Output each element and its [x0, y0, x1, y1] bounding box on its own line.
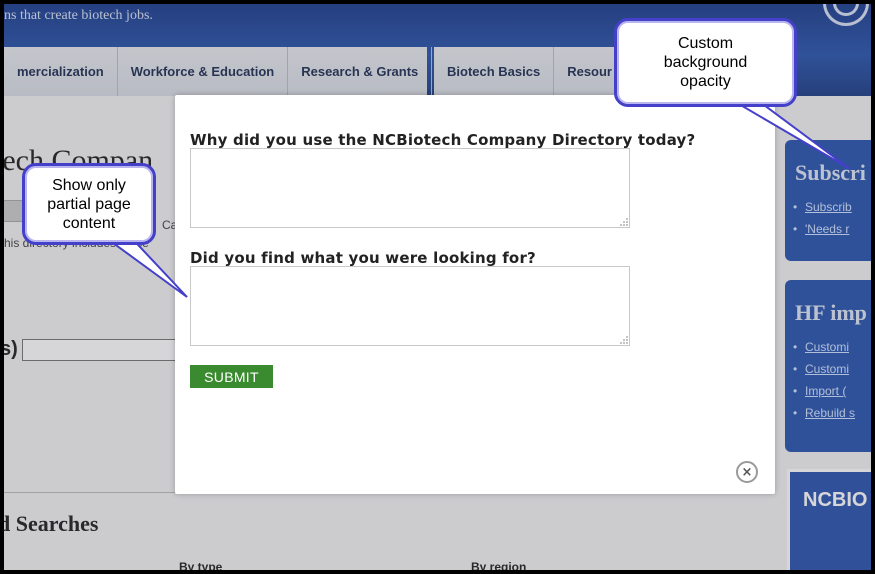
callout-background-opacity-text: Custom background opacity: [663, 35, 748, 90]
callout-partial-content-text: Show only partial page content: [47, 176, 131, 232]
page: ns that create biotech jobs. mercializat…: [4, 4, 871, 570]
callout-partial-content: Show only partial page content: [22, 163, 156, 245]
callout-background-opacity: Custom background opacity: [614, 18, 797, 107]
screenshot-frame: ns that create biotech jobs. mercializat…: [0, 0, 875, 574]
